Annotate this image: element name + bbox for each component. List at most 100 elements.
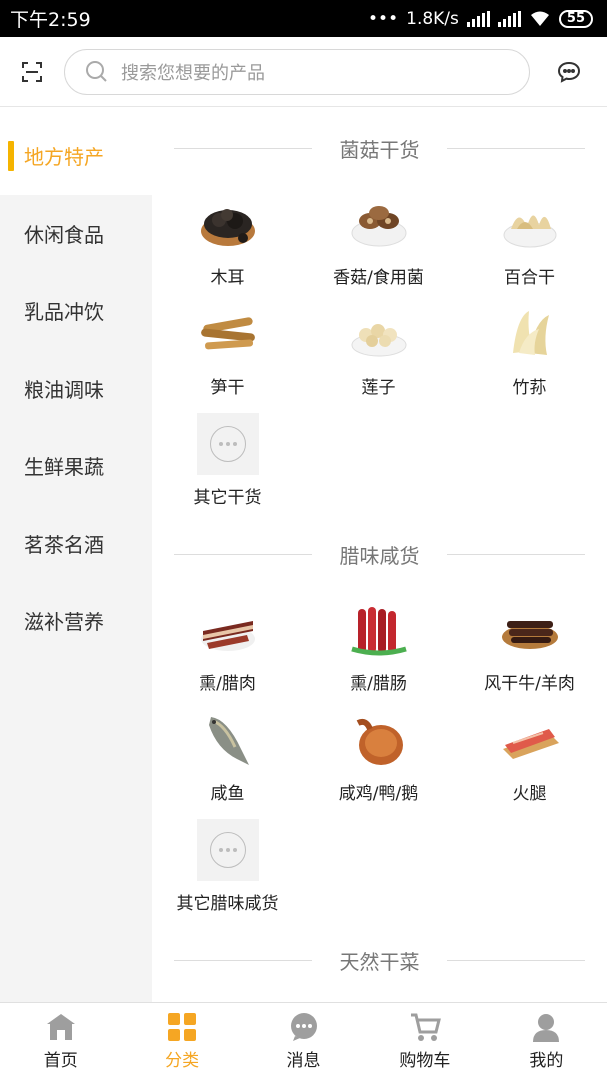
category-cell[interactable]: 熏/腊肉 — [152, 599, 303, 709]
category-sidebar: 地方特产 休闲食品 乳品冲饮 粮油调味 生鲜果蔬 茗茶名酒 滋补营养 — [0, 117, 152, 1002]
battery-indicator: 55 — [558, 9, 593, 28]
profile-icon — [533, 1014, 560, 1042]
nav-messages[interactable]: 消息 — [243, 1003, 364, 1080]
chat-button[interactable] — [530, 37, 607, 107]
wifi-icon — [530, 11, 549, 26]
more-icon — [196, 413, 259, 475]
cell-label: 咸鸡/鸭/鹅 — [338, 784, 419, 804]
section-header: 菌菇干货 — [152, 117, 607, 179]
chat-bubble-icon — [557, 61, 580, 83]
category-cell[interactable]: 竹荪 — [454, 303, 605, 413]
product-grid: 熏/腊肉 熏/腊肠 风干牛/羊肉 咸鱼 咸鸡/鸭/鹅 火腿 其它腊味咸货 — [152, 585, 607, 929]
cell-label: 熏/腊肠 — [350, 674, 407, 694]
cell-label: 风干牛/羊肉 — [484, 674, 575, 694]
dried-bamboo-shoot-image — [197, 303, 259, 365]
sidebar-item-local-specialty[interactable]: 地方特产 — [0, 117, 152, 195]
section-title: 腊味咸货 — [325, 539, 434, 569]
category-cell[interactable]: 香菇/食用菌 — [303, 193, 454, 303]
network-speed: 1.8K/s — [406, 8, 459, 29]
search-bar[interactable]: 搜索您想要的产品 — [64, 48, 530, 95]
nav-category[interactable]: 分类 — [121, 1003, 242, 1080]
more-icon — [196, 819, 259, 881]
category-cell[interactable]: 莲子 — [303, 303, 454, 413]
category-cell[interactable]: 其它腊味咸货 — [152, 819, 303, 929]
category-cell[interactable]: 其它干货 — [152, 413, 303, 523]
product-grid — [152, 991, 607, 1002]
ellipsis-circle — [209, 426, 246, 462]
sidebar-item-grain-oil[interactable]: 粮油调味 — [0, 350, 152, 428]
status-bar: 下午2:59 ••• 1.8K/s 55 — [0, 0, 607, 37]
scan-button[interactable] — [0, 37, 64, 107]
cell-label: 莲子 — [361, 378, 396, 398]
sidebar-item-label: 滋补营养 — [24, 610, 104, 635]
sidebar-item-label: 生鲜果蔬 — [24, 455, 104, 480]
cell-label: 笋干 — [210, 378, 245, 398]
section-header: 腊味咸货 — [152, 523, 607, 585]
sidebar-item-tea-wine[interactable]: 茗茶名酒 — [0, 505, 152, 583]
category-grid-icon — [168, 1013, 197, 1041]
cell-label: 熏/腊肉 — [199, 674, 256, 694]
sidebar-item-snacks[interactable]: 休闲食品 — [0, 195, 152, 273]
scan-icon — [22, 61, 42, 82]
nav-label: 首页 — [43, 1051, 78, 1071]
search-input[interactable]: 搜索您想要的产品 — [121, 59, 265, 85]
nav-home[interactable]: 首页 — [0, 1003, 121, 1080]
section-title: 天然干菜 — [325, 945, 434, 975]
cell-label: 竹荪 — [512, 378, 547, 398]
nav-label: 购物车 — [399, 1051, 451, 1071]
category-cell[interactable]: 熏/腊肠 — [303, 599, 454, 709]
bottom-navigation: 首页 分类 消息 购物车 我的 — [0, 1002, 607, 1080]
cell-label: 火腿 — [512, 784, 547, 804]
sidebar-item-label: 茗茶名酒 — [24, 532, 104, 557]
category-cell[interactable]: 咸鱼 — [152, 709, 303, 819]
category-cell[interactable]: 咸鸡/鸭/鹅 — [303, 709, 454, 819]
cured-pork-image — [197, 599, 259, 661]
category-cell[interactable]: 木耳 — [152, 193, 303, 303]
status-right: ••• 1.8K/s 55 — [368, 9, 593, 29]
category-cell[interactable]: 笋干 — [152, 303, 303, 413]
product-grid: 木耳 香菇/食用菌 百合干 笋干 莲子 竹荪 其它干货 — [152, 179, 607, 523]
sausage-image — [348, 599, 410, 661]
nav-label: 消息 — [286, 1051, 321, 1071]
sidebar-item-fresh-produce[interactable]: 生鲜果蔬 — [0, 427, 152, 505]
shiitake-mushroom-image — [348, 193, 410, 255]
section-title: 菌菇干货 — [325, 133, 434, 163]
search-icon — [86, 60, 107, 82]
sidebar-item-label: 乳品冲饮 — [24, 300, 104, 325]
nav-profile[interactable]: 我的 — [486, 1003, 607, 1080]
nav-cart[interactable]: 购物车 — [364, 1003, 485, 1080]
home-icon — [46, 1014, 75, 1040]
nav-label: 分类 — [165, 1051, 200, 1071]
signal-icon — [466, 10, 490, 27]
sidebar-item-dairy-drinks[interactable]: 乳品冲饮 — [0, 272, 152, 350]
sidebar-item-nutrition[interactable]: 滋补营养 — [0, 582, 152, 660]
nav-label: 我的 — [529, 1051, 564, 1071]
salted-duck-image — [348, 709, 410, 771]
cell-label: 木耳 — [210, 268, 245, 288]
lotus-seed-image — [348, 303, 410, 365]
dried-beef-image — [499, 599, 561, 661]
sidebar-item-label: 地方特产 — [24, 145, 104, 170]
header: 搜索您想要的产品 — [0, 37, 607, 107]
sidebar-item-label: 粮油调味 — [24, 377, 104, 402]
cell-label: 其它干货 — [193, 488, 262, 508]
cell-label: 香菇/食用菌 — [333, 268, 424, 288]
cell-label: 其它腊味咸货 — [176, 894, 279, 914]
category-cell[interactable]: 百合干 — [454, 193, 605, 303]
wood-ear-fungus-image — [197, 193, 259, 255]
bamboo-fungus-image — [499, 303, 561, 365]
ham-image — [499, 709, 561, 771]
cell-label: 百合干 — [504, 268, 555, 288]
dried-lily-image — [499, 193, 561, 255]
cart-icon — [410, 1013, 441, 1041]
salted-fish-image — [197, 709, 259, 771]
message-icon — [290, 1013, 317, 1041]
category-cell[interactable]: 火腿 — [454, 709, 605, 819]
status-time: 下午2:59 — [10, 9, 91, 31]
category-content: 菌菇干货 木耳 香菇/食用菌 百合干 笋干 莲子 竹荪 其它干货 腊味咸货 熏/… — [152, 117, 607, 1002]
category-cell[interactable]: 风干牛/羊肉 — [454, 599, 605, 709]
cell-label: 咸鱼 — [210, 784, 245, 804]
signal-icon-2 — [497, 10, 521, 27]
ellipsis-circle — [209, 832, 246, 868]
sidebar-item-label: 休闲食品 — [24, 222, 104, 247]
